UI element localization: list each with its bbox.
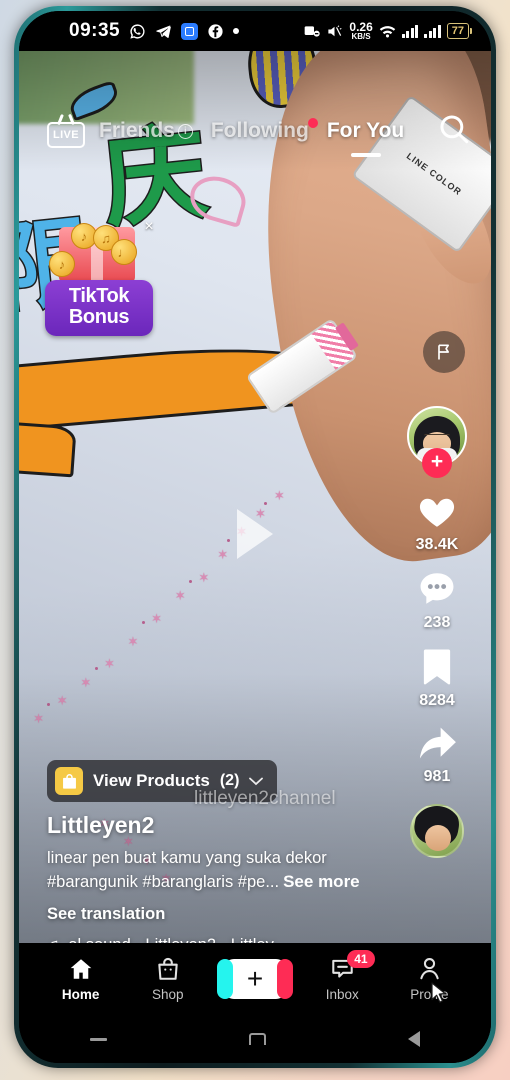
tab-for-you[interactable]: For You [327,119,404,143]
bonus-line-1: TikTok [68,285,130,307]
phone-frame: 09:35 0.26 KB/S 77 庆 LINE COLOR ✶ ✶ ✶ ✶ … [14,6,496,1068]
view-products-count: (2) [219,772,240,790]
home-icon [70,959,91,979]
info-icon: i [177,123,193,139]
tab-for-you-label: For You [326,119,405,142]
view-products-button[interactable]: View Products (2) [47,760,278,803]
network-speed-unit: KB/S [351,32,371,41]
tab-following[interactable]: Following [210,118,318,143]
network-speed: 0.26 KB/S [349,21,372,41]
chevron-down-icon [249,774,264,789]
back-triangle-icon[interactable] [408,1031,420,1047]
facebook-icon [207,23,224,40]
following-notification-dot [307,118,318,128]
shop-bag-icon [158,957,178,980]
live-label: LIVE [52,129,80,141]
flag-icon[interactable] [423,331,465,373]
see-more-button[interactable]: See more [283,872,360,891]
create-plus-icon[interactable]: + [217,959,293,999]
bonus-line-2: Bonus [68,306,130,328]
tab-friends[interactable]: Friends i [99,119,193,143]
follow-button[interactable]: + [422,448,452,478]
bottom-tab-bar: Home Shop + 41 Inbox Profile [19,943,491,1015]
dot-icon [233,28,240,34]
bonus-coin-1: ♪ [49,251,75,277]
see-translation-button[interactable]: See translation [47,905,419,924]
create-button[interactable]: + [211,959,298,999]
view-products-label: View Products [93,771,210,791]
video-player[interactable]: 限 庆 LINE COLOR ✶ ✶ ✶ ✶ ✶ [19,51,491,963]
avatar-glasses [424,433,450,442]
tab-profile[interactable]: Profile [386,956,473,1003]
home-square-icon[interactable] [249,1033,266,1045]
tiktok-bonus-badge[interactable]: ♪ ♪ ♫ ♩ TikTok Bonus × [45,218,155,336]
close-icon[interactable]: × [139,217,159,237]
status-bar-left: 09:35 [69,20,240,42]
android-navigation-bar [19,1015,491,1063]
recents-icon[interactable] [90,1037,107,1041]
music-disc-face [425,825,451,851]
bookmark-button[interactable]: 8284 [419,646,455,710]
phone-screen: 09:35 0.26 KB/S 77 庆 LINE COLOR ✶ ✶ ✶ ✶ … [19,11,491,1063]
marker-label: LINE COLOR [404,150,464,198]
coin-glyph: ♪ [58,256,66,272]
creator-avatar[interactable]: + [407,406,467,478]
signal-1-icon [401,24,419,38]
top-navigation: LIVE Friends i Following For You [19,106,491,156]
bonus-pill: TikTok Bonus [45,280,153,336]
status-bar: 09:35 0.26 KB/S 77 [19,11,491,51]
live-tv-icon: LIVE [47,122,85,148]
battery-indicator: 77 [446,23,472,39]
share-count: 981 [423,768,451,785]
live-button[interactable]: LIVE [47,113,85,148]
bonus-coin-4: ♩ [111,239,137,265]
tab-home-label: Home [61,987,100,1002]
tab-following-label: Following [210,119,309,142]
tab-shop[interactable]: Shop [124,956,211,1002]
status-bar-right: 0.26 KB/S 77 [304,21,472,41]
orange-banner-drawing-2 [19,421,77,478]
tab-friends-label: Friends [99,119,175,142]
comment-button[interactable]: 238 [416,568,458,632]
comment-icon [420,573,454,604]
caption-hashtags[interactable]: #barangunik #baranglaris #pe... [47,873,279,891]
create-plus-glyph: + [246,963,264,994]
video-info: littleyen2channel View Products (2) Litt… [19,760,419,955]
play-icon[interactable] [237,509,273,559]
profile-icon [420,958,439,980]
mute-icon [326,24,343,39]
shopping-bag-icon [55,767,83,796]
comment-count: 238 [423,614,451,631]
signal-2-icon [424,24,441,38]
status-time: 09:35 [69,20,121,41]
inbox-badge: 41 [347,950,375,969]
search-icon[interactable] [437,112,471,151]
mouse-cursor [431,982,448,1011]
like-count: 38.4K [415,536,459,553]
telegram-icon [155,23,172,40]
bookmark-icon [423,649,451,685]
bookmark-count: 8284 [419,692,455,709]
creator-username[interactable]: Littleyen2 [47,812,419,839]
like-button[interactable]: 38.4K [415,490,459,554]
share-arrow-icon [419,727,456,759]
whatsapp-icon [129,23,146,40]
caption-line-1: linear pen buat kamu yang suka dekor [47,849,327,868]
tab-shop-label: Shop [152,987,184,1002]
video-caption[interactable]: linear pen buat kamu yang suka dekor #ba… [47,847,419,895]
share-button[interactable]: 981 [415,724,459,786]
tab-home[interactable]: Home [37,956,124,1002]
caption-line-2-row: #barangunik #baranglaris #pe... See more [47,871,419,895]
tab-inbox-label: Inbox [325,987,359,1002]
wifi-icon [379,24,396,38]
screenshot-icon [304,24,321,38]
tab-inbox[interactable]: 41 Inbox [299,950,386,1002]
heart-icon [419,498,455,527]
messenger-blue-icon [181,22,199,40]
